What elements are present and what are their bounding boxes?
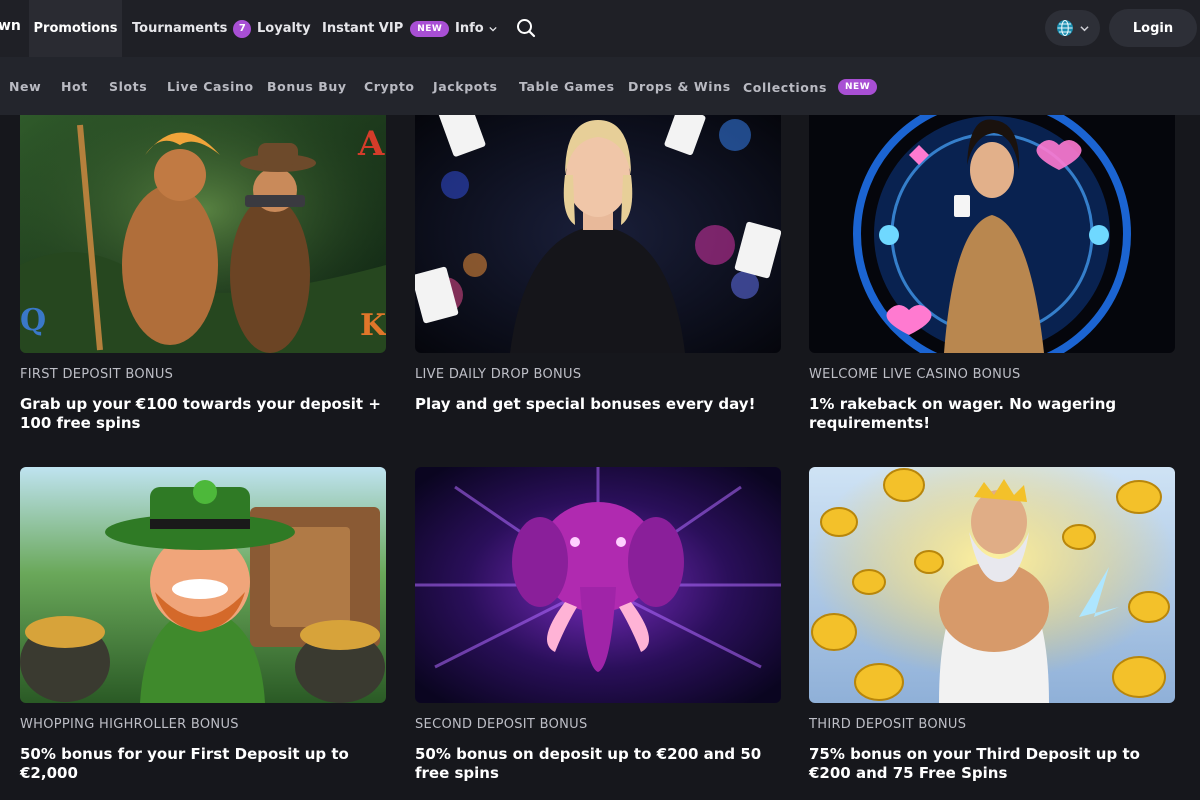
category-table-games[interactable]: Table Games bbox=[519, 79, 615, 94]
globe-icon bbox=[1057, 19, 1073, 37]
category-slots[interactable]: Slots bbox=[109, 79, 147, 94]
nav-tournaments-label: Tournaments bbox=[132, 21, 228, 36]
language-selector[interactable] bbox=[1045, 10, 1100, 46]
category-drops-wins[interactable]: Drops & Wins bbox=[628, 79, 731, 94]
promo-category: SECOND DEPOSIT BONUS bbox=[415, 717, 588, 732]
promo-title: 1% rakeback on wager. No wagering requir… bbox=[809, 395, 1117, 432]
promo-card-third-deposit[interactable]: THIRD DEPOSIT BONUS 75% bonus on your Th… bbox=[809, 467, 1175, 787]
login-button[interactable]: Login bbox=[1109, 9, 1197, 47]
promo-title: 50% bonus for your First Deposit up to €… bbox=[20, 745, 349, 782]
promo-image-leprechaun[interactable] bbox=[20, 467, 386, 703]
promo-category: THIRD DEPOSIT BONUS bbox=[809, 717, 967, 732]
category-collections[interactable]: Collections NEW bbox=[743, 79, 878, 95]
category-bar: New Hot Slots Live Casino Bonus Buy Cryp… bbox=[0, 57, 1200, 115]
promo-title: Play and get special bonuses every day! bbox=[415, 395, 756, 413]
promo-image-live-casino-host[interactable] bbox=[809, 115, 1175, 353]
category-live-casino[interactable]: Live Casino bbox=[167, 79, 254, 94]
nav-instant-vip[interactable]: Instant VIP NEW bbox=[322, 0, 450, 57]
nav-tournaments[interactable]: Tournaments 7 bbox=[132, 0, 252, 57]
svg-text:A: A bbox=[357, 124, 385, 164]
nav-info-label: Info bbox=[455, 21, 484, 36]
promo-title: Grab up your €100 towards your deposit +… bbox=[20, 395, 381, 432]
svg-text:Q: Q bbox=[20, 303, 46, 338]
promo-image-live-dealer[interactable] bbox=[415, 115, 781, 353]
promo-card-second-deposit[interactable]: SECOND DEPOSIT BONUS 50% bonus on deposi… bbox=[415, 467, 781, 787]
promo-category: WELCOME LIVE CASINO BONUS bbox=[809, 367, 1021, 382]
category-crypto[interactable]: Crypto bbox=[364, 79, 415, 94]
nav-loyalty-label: Loyalty bbox=[257, 21, 311, 36]
brand-logo[interactable]: wn bbox=[0, 18, 21, 34]
chevron-down-icon bbox=[1080, 25, 1089, 31]
promo-image-zeus-gold[interactable] bbox=[809, 467, 1175, 703]
svg-text:K: K bbox=[360, 308, 386, 343]
nav-info[interactable]: Info bbox=[455, 0, 497, 57]
promo-card-welcome-live-casino[interactable]: WELCOME LIVE CASINO BONUS 1% rakeback on… bbox=[809, 115, 1175, 437]
nav-loyalty[interactable]: Loyalty bbox=[257, 0, 311, 57]
promo-card-whopping-highroller[interactable]: WHOPPING HIGHROLLER BONUS 50% bonus for … bbox=[20, 467, 386, 787]
search-icon[interactable] bbox=[515, 17, 537, 39]
top-navigation-bar: wn Promotions Tournaments 7 Loyalty Inst… bbox=[0, 0, 1200, 57]
promo-image-jungle-explorers[interactable]: A K Q bbox=[20, 115, 386, 353]
nav-promotions-label: Promotions bbox=[33, 21, 118, 36]
promo-card-live-daily-drop[interactable]: LIVE DAILY DROP BONUS Play and get speci… bbox=[415, 115, 781, 437]
promo-title: 50% bonus on deposit up to €200 and 50 f… bbox=[415, 745, 762, 782]
category-collections-label: Collections bbox=[743, 79, 828, 95]
promo-title: 75% bonus on your Third Deposit up to €2… bbox=[809, 745, 1140, 782]
tournaments-count-badge: 7 bbox=[233, 19, 252, 38]
category-bonus-buy[interactable]: Bonus Buy bbox=[267, 79, 347, 94]
promo-category: FIRST DEPOSIT BONUS bbox=[20, 367, 174, 382]
category-jackpots[interactable]: Jackpots bbox=[433, 79, 498, 94]
instant-vip-new-badge: NEW bbox=[410, 20, 450, 37]
chevron-down-icon bbox=[489, 26, 497, 32]
category-hot[interactable]: Hot bbox=[61, 79, 88, 94]
promo-category: LIVE DAILY DROP BONUS bbox=[415, 367, 582, 382]
category-new[interactable]: New bbox=[9, 79, 41, 94]
collections-new-badge: NEW bbox=[838, 79, 878, 95]
promo-category: WHOPPING HIGHROLLER BONUS bbox=[20, 717, 239, 732]
promo-card-first-deposit[interactable]: A K Q FIRST DEPOSIT BONUS Grab up your €… bbox=[20, 115, 386, 437]
nav-instant-vip-label: Instant VIP bbox=[322, 21, 404, 36]
promo-image-mystic-elephant[interactable] bbox=[415, 467, 781, 703]
nav-promotions[interactable]: Promotions bbox=[29, 0, 122, 57]
